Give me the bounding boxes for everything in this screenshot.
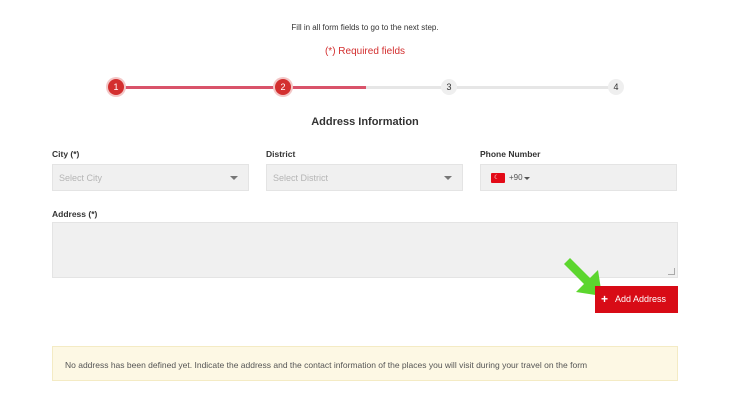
step-4: 4 (608, 79, 624, 95)
form-instruction: Fill in all form fields to go to the nex… (291, 23, 439, 32)
chevron-down-icon (444, 176, 452, 180)
city-label: City (*) (52, 149, 80, 159)
chevron-down-icon[interactable] (524, 177, 530, 180)
phone-label: Phone Number (480, 149, 541, 159)
notice-text: No address has been defined yet. Indicat… (65, 360, 588, 370)
step-1: 1 (108, 79, 124, 95)
district-select-placeholder: Select District (273, 173, 329, 183)
plus-icon: + (601, 292, 609, 306)
resize-handle-icon[interactable] (668, 268, 675, 275)
section-title: Address Information (311, 116, 419, 128)
add-address-label: Add Address (615, 294, 667, 304)
district-select[interactable]: Select District (266, 164, 463, 191)
turkey-flag-icon[interactable]: ☾ (491, 173, 505, 183)
phone-field[interactable]: ☾ +90 (480, 164, 677, 191)
step-2: 2 (275, 79, 291, 95)
required-fields-note: (*) Required fields (324, 46, 406, 57)
step-3: 3 (441, 79, 457, 95)
city-select-placeholder: Select City (59, 173, 103, 183)
district-label: District (266, 149, 296, 159)
stepper-progress-fill (114, 86, 366, 89)
address-label: Address (*) (52, 209, 98, 219)
progress-stepper: 1 2 3 4 (108, 79, 628, 95)
city-select[interactable]: Select City (52, 164, 249, 191)
country-code: +90 (509, 173, 523, 182)
no-address-notice: No address has been defined yet. Indicat… (52, 346, 678, 381)
chevron-down-icon (230, 176, 238, 180)
add-address-button[interactable]: + Add Address (595, 286, 678, 313)
